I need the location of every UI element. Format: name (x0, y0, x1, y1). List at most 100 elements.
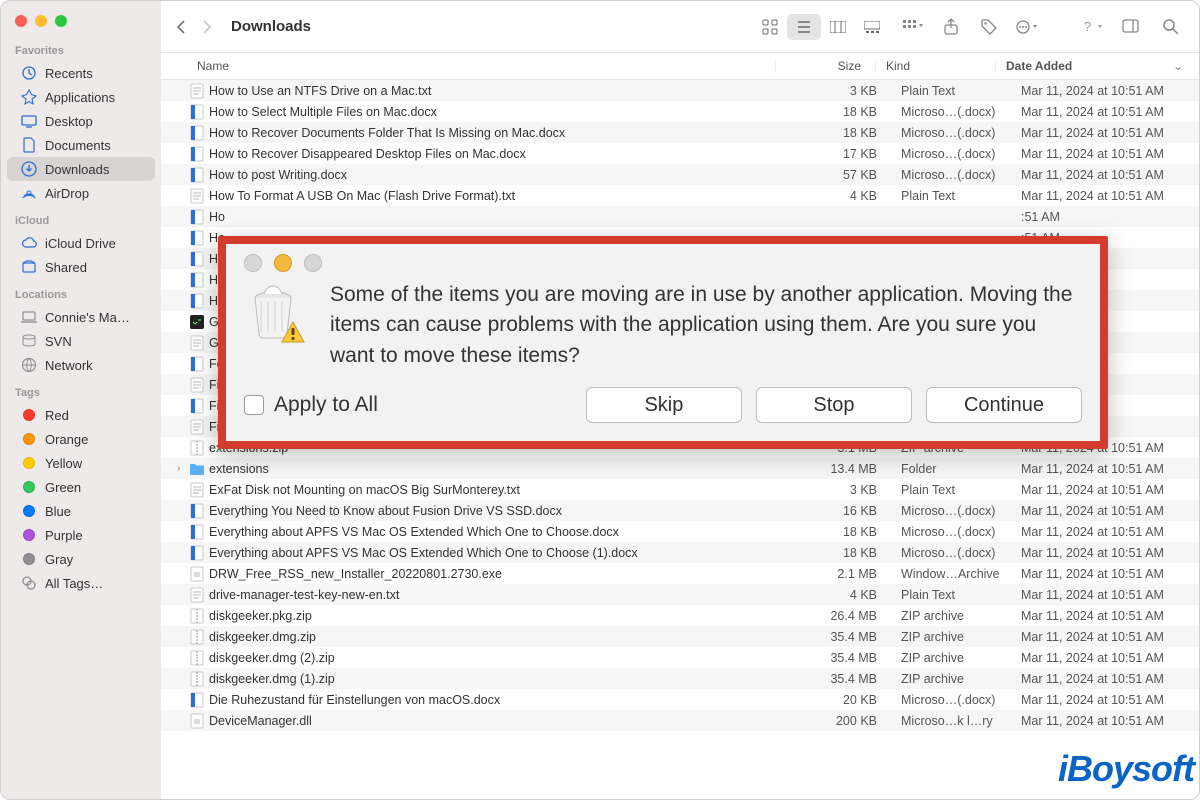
file-kind: Microso…(.docx) (891, 147, 1011, 161)
dialog-close-button[interactable] (244, 254, 262, 272)
window-title: Downloads (231, 18, 311, 35)
sidebar-item-connie-s-ma[interactable]: Connie's Ma… (7, 305, 155, 329)
dialog-minimize-button[interactable] (274, 254, 292, 272)
minimize-window-button[interactable] (35, 15, 47, 27)
file-date: Mar 11, 2024 at 10:51 AM (1011, 462, 1189, 476)
column-date-added[interactable]: Date Added (995, 59, 1173, 73)
dialog-message: Some of the items you are moving are in … (330, 280, 1082, 371)
list-view-button[interactable] (787, 14, 821, 40)
sidebar-item-all-tags[interactable]: All Tags… (7, 571, 155, 595)
continue-button[interactable]: Continue (926, 387, 1082, 423)
file-kind: Microso…(.docx) (891, 105, 1011, 119)
file-type-icon (189, 587, 205, 603)
file-row[interactable]: diskgeeker.dmg (2).zip35.4 MBZIP archive… (161, 647, 1199, 668)
sidebar-item-desktop[interactable]: Desktop (7, 109, 155, 133)
dialog-zoom-button[interactable] (304, 254, 322, 272)
file-type-icon (189, 188, 205, 204)
svg-text:?: ? (1084, 19, 1091, 34)
sidebar-item-downloads[interactable]: Downloads (7, 157, 155, 181)
file-date: Mar 11, 2024 at 10:51 AM (1011, 714, 1189, 728)
column-name[interactable]: Name (197, 59, 775, 73)
sidebar-item-svn[interactable]: SVN (7, 329, 155, 353)
file-date: Mar 11, 2024 at 10:51 AM (1011, 483, 1189, 497)
sidebar-item-label: Blue (45, 504, 71, 519)
sidebar-section-header: Locations (1, 285, 161, 305)
file-row[interactable]: Everything about APFS VS Mac OS Extended… (161, 542, 1199, 563)
file-row[interactable]: Die Ruhezustand für Einstellungen von ma… (161, 689, 1199, 710)
column-kind[interactable]: Kind (875, 59, 995, 73)
sidebar-item-icloud-drive[interactable]: iCloud Drive (7, 231, 155, 255)
apply-to-all-checkbox[interactable]: Apply to All (244, 393, 378, 417)
file-name: extensions (209, 462, 791, 476)
sidebar-item-label: Gray (45, 552, 73, 567)
file-row[interactable]: diskgeeker.dmg.zip35.4 MBZIP archiveMar … (161, 626, 1199, 647)
sidebar-item-label: Desktop (45, 114, 93, 129)
sidebar-item-airdrop[interactable]: AirDrop (7, 181, 155, 205)
file-kind: Microso…(.docx) (891, 525, 1011, 539)
file-kind: Microso…(.docx) (891, 546, 1011, 560)
file-row[interactable]: How To Format A USB On Mac (Flash Drive … (161, 185, 1199, 206)
group-by-button[interactable] (899, 15, 927, 39)
sidebar-item-gray[interactable]: Gray (7, 547, 155, 571)
file-name: Everything about APFS VS Mac OS Extended… (209, 525, 791, 539)
disclosure-triangle-icon[interactable]: › (177, 463, 189, 474)
file-date: Mar 11, 2024 at 10:51 AM (1011, 609, 1189, 623)
tag-color-dot-icon (21, 527, 37, 543)
file-row[interactable]: diskgeeker.dmg (1).zip35.4 MBZIP archive… (161, 668, 1199, 689)
sidebar-item-purple[interactable]: Purple (7, 523, 155, 547)
zoom-window-button[interactable] (55, 15, 67, 27)
file-type-icon (189, 650, 205, 666)
sidebar-item-red[interactable]: Red (7, 403, 155, 427)
file-name: diskgeeker.pkg.zip (209, 609, 791, 623)
file-row[interactable]: ›extensions13.4 MBFolderMar 11, 2024 at … (161, 458, 1199, 479)
file-row[interactable]: How to post Writing.docx57 KBMicroso…(.d… (161, 164, 1199, 185)
file-size: 2.1 MB (791, 567, 891, 581)
file-row[interactable]: diskgeeker.pkg.zip26.4 MBZIP archiveMar … (161, 605, 1199, 626)
file-row[interactable]: How to Use an NTFS Drive on a Mac.txt3 K… (161, 80, 1199, 101)
back-button[interactable] (175, 19, 187, 35)
help-button[interactable]: ? (1081, 15, 1109, 39)
file-row[interactable]: Everything You Need to Know about Fusion… (161, 500, 1199, 521)
file-row[interactable]: Everything about APFS VS Mac OS Extended… (161, 521, 1199, 542)
file-type-icon (189, 482, 205, 498)
tags-button[interactable] (975, 15, 1003, 39)
sidebar-item-blue[interactable]: Blue (7, 499, 155, 523)
file-row[interactable]: Ho:51 AM (161, 206, 1199, 227)
forward-button[interactable] (201, 19, 213, 35)
icon-view-button[interactable] (753, 14, 787, 40)
file-row[interactable]: How to Recover Disappeared Desktop Files… (161, 143, 1199, 164)
file-type-icon (189, 272, 205, 288)
file-row[interactable]: drive-manager-test-key-new-en.txt4 KBPla… (161, 584, 1199, 605)
sidebar-item-label: Recents (45, 66, 93, 81)
sidebar-item-network[interactable]: Network (7, 353, 155, 377)
sidebar: FavoritesRecentsApplicationsDesktopDocum… (1, 1, 161, 799)
sidebar-item-orange[interactable]: Orange (7, 427, 155, 451)
search-button[interactable] (1157, 15, 1185, 39)
skip-button[interactable]: Skip (586, 387, 742, 423)
stop-button[interactable]: Stop (756, 387, 912, 423)
file-row[interactable]: DeviceManager.dll200 KBMicroso…k l…ryMar… (161, 710, 1199, 731)
file-row[interactable]: ExFat Disk not Mounting on macOS Big Sur… (161, 479, 1199, 500)
gallery-view-button[interactable] (855, 14, 889, 40)
file-size: 35.4 MB (791, 672, 891, 686)
file-row[interactable]: How to Select Multiple Files on Mac.docx… (161, 101, 1199, 122)
file-kind: Microso…k l…ry (891, 714, 1011, 728)
column-size[interactable]: Size (775, 59, 875, 73)
sidebar-item-recents[interactable]: Recents (7, 61, 155, 85)
sidebar-item-shared[interactable]: Shared (7, 255, 155, 279)
sidebar-item-documents[interactable]: Documents (7, 133, 155, 157)
file-date: Mar 11, 2024 at 10:51 AM (1011, 84, 1189, 98)
file-row[interactable]: How to Recover Documents Folder That Is … (161, 122, 1199, 143)
sidebar-item-yellow[interactable]: Yellow (7, 451, 155, 475)
column-view-button[interactable] (821, 14, 855, 40)
share-button[interactable] (937, 15, 965, 39)
inspector-button[interactable] (1119, 15, 1147, 39)
trash-warning-icon (244, 284, 302, 342)
sidebar-item-green[interactable]: Green (7, 475, 155, 499)
sidebar-item-applications[interactable]: Applications (7, 85, 155, 109)
file-row[interactable]: DRW_Free_RSS_new_Installer_20220801.2730… (161, 563, 1199, 584)
sort-indicator-icon[interactable]: ⌄ (1173, 59, 1189, 73)
close-window-button[interactable] (15, 15, 27, 27)
sidebar-item-label: Downloads (45, 162, 109, 177)
action-menu-button[interactable] (1013, 15, 1041, 39)
